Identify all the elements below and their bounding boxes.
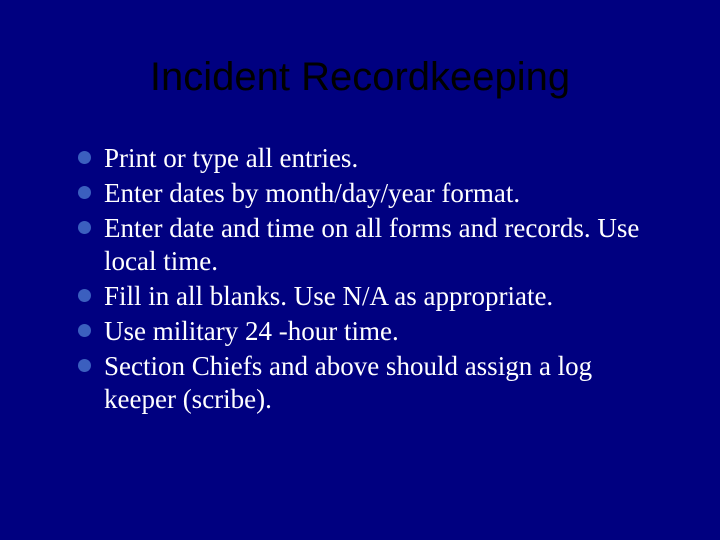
slide-container: Incident Recordkeeping Print or type all… [0,0,720,540]
list-item: Enter dates by month/day/year format. [78,177,660,210]
list-item: Enter date and time on all forms and rec… [78,212,660,278]
list-item: Section Chiefs and above should assign a… [78,350,660,416]
list-item: Use military 24 -hour time. [78,315,660,348]
slide-title: Incident Recordkeeping [60,55,660,100]
list-item: Print or type all entries. [78,142,660,175]
list-item: Fill in all blanks. Use N/A as appropria… [78,280,660,313]
bullet-list: Print or type all entries. Enter dates b… [60,142,660,416]
